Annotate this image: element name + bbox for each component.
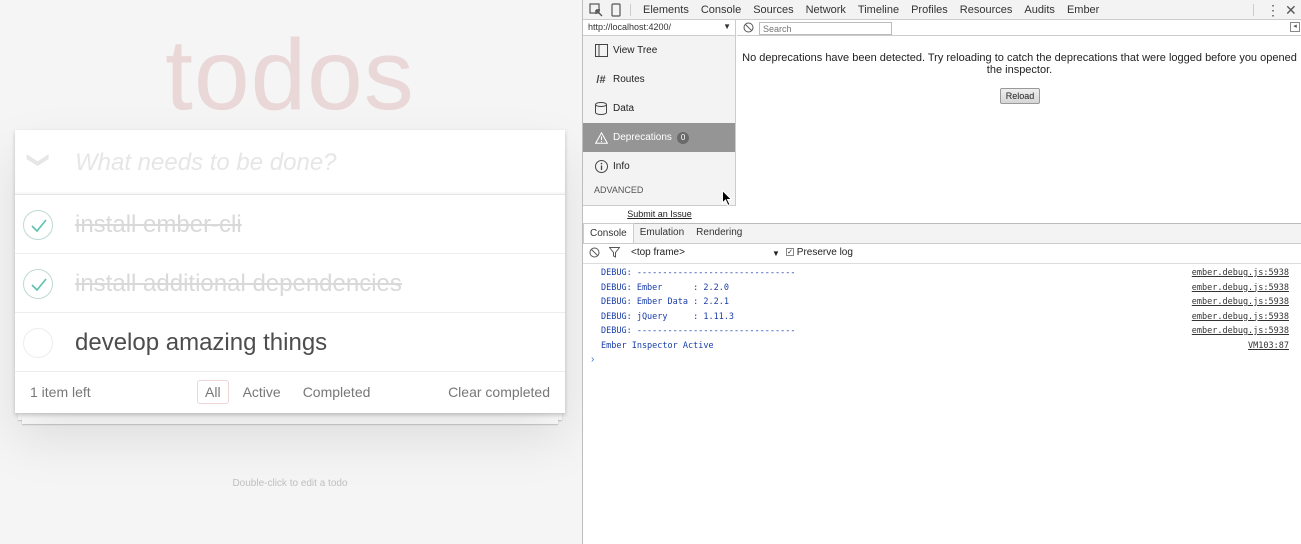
console-prompt[interactable]: › <box>583 353 1301 367</box>
preserve-log-checkbox[interactable]: ✓ Preserve log <box>786 247 853 258</box>
tab-sources[interactable]: Sources <box>747 0 799 20</box>
todo-label[interactable]: develop amazing things <box>75 313 327 372</box>
deprecations-panel: ◂ No deprecations have been detected. Tr… <box>737 20 1301 222</box>
toolbar-separator <box>1253 4 1254 16</box>
devtools-toolbar: Elements Console Sources Network Timelin… <box>583 0 1301 20</box>
filter-icon[interactable] <box>608 247 621 261</box>
devtools-panel: Elements Console Sources Network Timelin… <box>582 0 1301 544</box>
routes-icon: /# <box>596 73 606 86</box>
more-options-icon[interactable]: ⋮ <box>1266 2 1280 18</box>
card-stack-shadow <box>22 416 558 424</box>
source-link[interactable]: ember.debug.js:5938 <box>1192 295 1289 309</box>
console-message: DEBUG: Ember : 2.2.0 ember.debug.js:5938 <box>601 281 1289 295</box>
clear-icon[interactable] <box>743 22 754 36</box>
dropdown-arrow-icon: ▼ <box>723 22 731 31</box>
ember-inspector: http://localhost:4200/ ▼ View Tree /# Ro… <box>583 20 1301 222</box>
todo-label[interactable]: install additional dependencies <box>75 254 402 313</box>
sidebar-item-routes[interactable]: /# Routes <box>583 65 735 94</box>
source-link[interactable]: VM103:87 <box>1248 339 1289 353</box>
sidebar-item-deprecations[interactable]: Deprecations 0 <box>583 123 735 152</box>
todo-footer: 1 item left All Active Completed Clear c… <box>15 372 565 413</box>
filters: All Active Completed <box>197 380 378 404</box>
todo-toggle-checkbox[interactable] <box>23 210 53 240</box>
info-icon <box>594 160 608 174</box>
filter-completed[interactable]: Completed <box>295 380 379 404</box>
console-drawer: Console Emulation Rendering <top frame> … <box>583 223 1301 544</box>
tab-audits[interactable]: Audits <box>1018 0 1061 20</box>
todo-toggle-checkbox[interactable] <box>23 328 53 358</box>
source-link[interactable]: ember.debug.js:5938 <box>1192 310 1289 324</box>
frame-dropdown-icon[interactable]: ▼ <box>772 249 780 258</box>
todo-card: ❯ install ember-cli install additional d… <box>15 130 565 413</box>
console-message: Ember Inspector Active VM103:87 <box>601 339 1289 353</box>
toolbar-separator <box>630 4 631 16</box>
app-url-select[interactable]: http://localhost:4200/ ▼ <box>583 20 735 36</box>
filter-all[interactable]: All <box>197 380 229 404</box>
clear-console-icon[interactable] <box>589 247 600 261</box>
inspect-element-icon[interactable] <box>589 3 603 17</box>
tab-emulation[interactable]: Emulation <box>634 223 690 243</box>
ember-sidebar: http://localhost:4200/ ▼ View Tree /# Ro… <box>583 20 736 222</box>
submit-issue-link[interactable]: Submit an Issue <box>583 205 736 222</box>
source-link[interactable]: ember.debug.js:5938 <box>1192 281 1289 295</box>
device-mode-icon[interactable] <box>609 3 623 17</box>
checkmark-icon <box>31 278 47 292</box>
console-message: DEBUG: jQuery : 1.11.3 ember.debug.js:593… <box>601 310 1289 324</box>
filter-active[interactable]: Active <box>235 380 289 404</box>
frame-select[interactable]: <top frame> <box>631 247 685 258</box>
source-link[interactable]: ember.debug.js:5938 <box>1192 266 1289 280</box>
close-icon[interactable]: ✕ <box>1285 2 1297 18</box>
toggle-all-icon[interactable]: ❯ <box>27 150 52 170</box>
console-toolbar: <top frame> ▼ ✓ Preserve log <box>583 244 1301 264</box>
reload-button[interactable]: Reload <box>1000 88 1040 104</box>
source-link[interactable]: ember.debug.js:5938 <box>1192 324 1289 338</box>
console-output: DEBUG: ------------------------------- em… <box>583 264 1301 367</box>
advanced-section-heading: ADVANCED <box>594 185 644 195</box>
console-message: DEBUG: ------------------------------- em… <box>601 324 1289 338</box>
preserve-log-label: Preserve log <box>796 247 853 258</box>
todo-item[interactable]: install ember-cli <box>15 195 565 254</box>
todo-item[interactable]: install additional dependencies <box>15 254 565 313</box>
sidebar-item-data[interactable]: Data <box>583 94 735 123</box>
drawer-tabs: Console Emulation Rendering <box>583 223 1301 244</box>
app-title: todos <box>165 19 415 131</box>
database-icon <box>594 102 608 116</box>
search-input[interactable] <box>759 22 892 35</box>
clear-completed-button[interactable]: Clear completed <box>448 384 550 400</box>
new-todo-input[interactable] <box>75 130 555 195</box>
tab-rendering[interactable]: Rendering <box>690 223 748 243</box>
tab-network[interactable]: Network <box>800 0 852 20</box>
tab-timeline[interactable]: Timeline <box>852 0 905 20</box>
tab-profiles[interactable]: Profiles <box>905 0 954 20</box>
todo-count: 1 item left <box>30 384 91 400</box>
view-tree-icon <box>594 44 608 58</box>
console-message: DEBUG: ------------------------------- em… <box>601 266 1289 280</box>
sidebar-item-info[interactable]: Info <box>583 152 735 181</box>
new-todo-row: ❯ <box>15 130 565 195</box>
checkmark-icon <box>31 219 47 233</box>
todo-item[interactable]: develop amazing things <box>15 313 565 372</box>
devtools-tabs: Elements Console Sources Network Timelin… <box>637 0 1105 20</box>
tab-elements[interactable]: Elements <box>637 0 695 20</box>
tab-console[interactable]: Console <box>583 223 634 243</box>
tab-ember[interactable]: Ember <box>1061 0 1105 20</box>
console-message: DEBUG: Ember Data : 2.2.1 ember.debug.js:… <box>601 295 1289 309</box>
deprecations-count-badge: 0 <box>676 131 690 144</box>
dock-side-icon[interactable]: ◂ <box>1290 22 1300 32</box>
mouse-cursor-icon <box>722 190 733 207</box>
warning-icon <box>594 131 608 145</box>
todo-label[interactable]: install ember-cli <box>75 195 242 254</box>
footer-info: Double-click to edit a todo <box>232 478 348 489</box>
tab-resources[interactable]: Resources <box>954 0 1019 20</box>
no-deprecations-message: No deprecations have been detected. Try … <box>742 52 1297 76</box>
sidebar-item-view-tree[interactable]: View Tree <box>583 36 735 65</box>
deprecations-toolbar: ◂ <box>737 20 1301 36</box>
tab-console[interactable]: Console <box>695 0 747 20</box>
todo-toggle-checkbox[interactable] <box>23 269 53 299</box>
todo-app: todos ❯ install ember-cli install additi… <box>0 0 582 544</box>
